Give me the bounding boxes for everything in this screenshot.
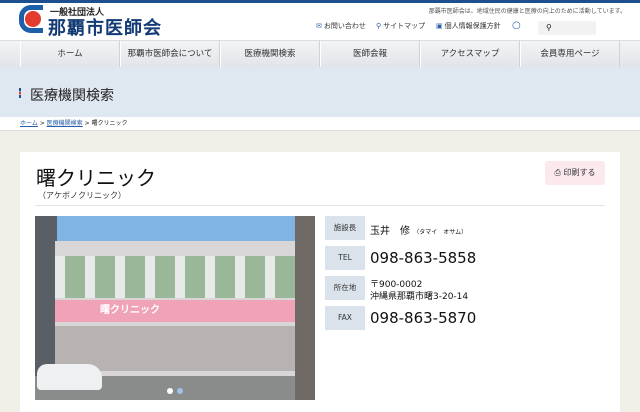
contact-link[interactable]: ✉ お問い合わせ: [316, 21, 366, 31]
clinic-photo: 曙クリニック: [35, 216, 315, 400]
carousel-dot-active[interactable]: [167, 388, 173, 394]
nav-about[interactable]: 那覇市医師会について: [120, 41, 220, 68]
clinic-name: 曙クリニック: [36, 166, 156, 190]
sitemap-label: サイトマップ: [383, 22, 426, 30]
sitemap-icon: ⚲: [376, 22, 382, 30]
nav-home[interactable]: ホーム: [20, 41, 120, 68]
print-label: 印刷する: [563, 168, 596, 177]
address-value: 沖縄県那覇市曙3-20-14: [370, 292, 469, 302]
nav-members[interactable]: 会員専用ページ: [520, 41, 620, 68]
print-button[interactable]: ⎙ 印刷する: [545, 161, 605, 185]
fax-label: FAX: [325, 306, 365, 330]
breadcrumb: ホーム > 医療機関検索 > 曙クリニック: [0, 117, 640, 131]
director-name: 玉井 修: [370, 226, 410, 237]
breadcrumb-home[interactable]: ホーム: [20, 120, 38, 127]
search-input[interactable]: ⚲: [538, 21, 596, 35]
privacy-link[interactable]: ▣ 個人情報保護方針: [436, 21, 501, 31]
tel-value[interactable]: 098-863-5858: [370, 249, 476, 267]
privacy-icon: ▣: [436, 22, 443, 30]
page-title: 医療機関検索: [30, 88, 114, 104]
director-label: 施設長: [325, 216, 365, 240]
printer-icon: ⎙: [554, 168, 561, 177]
clinic-sign: 曙クリニック: [55, 300, 295, 322]
nav-access-map[interactable]: アクセスマップ: [420, 41, 520, 68]
main-nav: ホーム 那覇市医師会について 医療機関検索 医師会報 アクセスマップ 会員専用ペ…: [0, 40, 640, 68]
address-label: 所在地: [325, 276, 365, 300]
search-input-icon: ⚲: [546, 23, 552, 32]
contact-label: お問い合わせ: [323, 22, 366, 30]
logo-title: 那覇市医師会: [48, 18, 162, 39]
breadcrumb-current: 曙クリニック: [91, 120, 128, 127]
breadcrumb-search[interactable]: 医療機関検索: [47, 120, 83, 127]
search-icon[interactable]: ○: [512, 20, 521, 31]
tel-label: TEL: [325, 246, 365, 270]
privacy-label: 個人情報保護方針: [444, 22, 501, 30]
title-marker-icon: [19, 88, 21, 98]
divider: [35, 205, 605, 206]
carousel-dot[interactable]: [177, 388, 183, 394]
director-value: 玉井 修 （タマイ オサム）: [370, 222, 467, 237]
nav-bulletin[interactable]: 医師会報: [320, 41, 420, 68]
director-reading: （タマイ オサム）: [413, 229, 468, 236]
sitemap-link[interactable]: ⚲ サイトマップ: [376, 21, 425, 31]
mail-icon: ✉: [316, 22, 322, 30]
fax-value: 098-863-5870: [370, 309, 477, 327]
logo-emblem-icon: [25, 11, 41, 27]
nav-search[interactable]: 医療機関検索: [220, 41, 320, 68]
tagline: 那覇市医師会は、地域住民の健康と医療の向上のために活動しています。: [428, 8, 626, 15]
clinic-reading: （アケボノクリニック）: [38, 191, 126, 200]
